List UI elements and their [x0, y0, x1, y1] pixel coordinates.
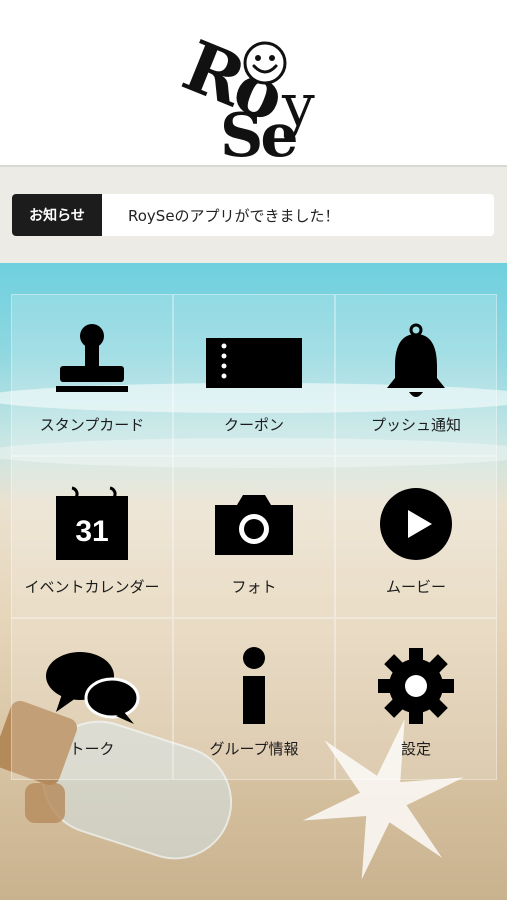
menu-movie[interactable]: ムービー: [335, 456, 497, 618]
menu-push-notification[interactable]: プッシュ通知: [335, 294, 497, 456]
menu-event-calendar[interactable]: 31 イベントカレンダー: [11, 456, 173, 618]
menu-label: イベントカレンダー: [24, 578, 160, 596]
menu-label: クーポン: [223, 416, 284, 434]
bell-icon: [336, 317, 496, 407]
menu-label: プッシュ通知: [370, 416, 461, 434]
smiley-icon: [243, 41, 287, 85]
menu-photo[interactable]: フォト: [173, 456, 335, 618]
notice-band: お知らせ RoySeのアプリができました！: [0, 165, 507, 265]
menu-label: フォト: [231, 578, 277, 596]
camera-icon: [174, 479, 334, 569]
menu-label: グループ情報: [209, 740, 299, 758]
menu-coupon[interactable]: クーポン: [173, 294, 335, 456]
menu-settings[interactable]: 設定: [335, 618, 497, 780]
calendar-icon: 31: [12, 479, 172, 569]
stamp-icon: [12, 317, 172, 407]
notice-banner[interactable]: お知らせ RoySeのアプリができました！: [12, 194, 494, 236]
menu-grid: スタンプカード クーポン プッシュ通知 31 イベントカレンダー フォト ムービ…: [11, 294, 497, 780]
menu-label: 設定: [400, 740, 431, 758]
cork-image: [25, 783, 65, 823]
notice-label: お知らせ: [12, 194, 102, 236]
menu-talk[interactable]: トーク: [11, 618, 173, 780]
play-icon: [336, 479, 496, 569]
notice-text[interactable]: RoySeのアプリができました！: [128, 205, 340, 226]
app-header: Ro y Se: [0, 0, 507, 166]
gear-icon: [336, 641, 496, 731]
info-icon: [174, 641, 334, 731]
menu-stamp-card[interactable]: スタンプカード: [11, 294, 173, 456]
menu-label: スタンプカード: [39, 416, 145, 434]
menu-label: トーク: [69, 740, 115, 758]
chat-bubbles-icon: [12, 641, 172, 731]
logo-se: Se: [220, 101, 298, 171]
calendar-date: 31: [75, 515, 108, 548]
royse-logo: Ro y Se: [170, 24, 330, 166]
menu-group-info[interactable]: グループ情報: [173, 618, 335, 780]
coupon-icon: [174, 317, 334, 407]
menu-label: ムービー: [385, 578, 446, 596]
